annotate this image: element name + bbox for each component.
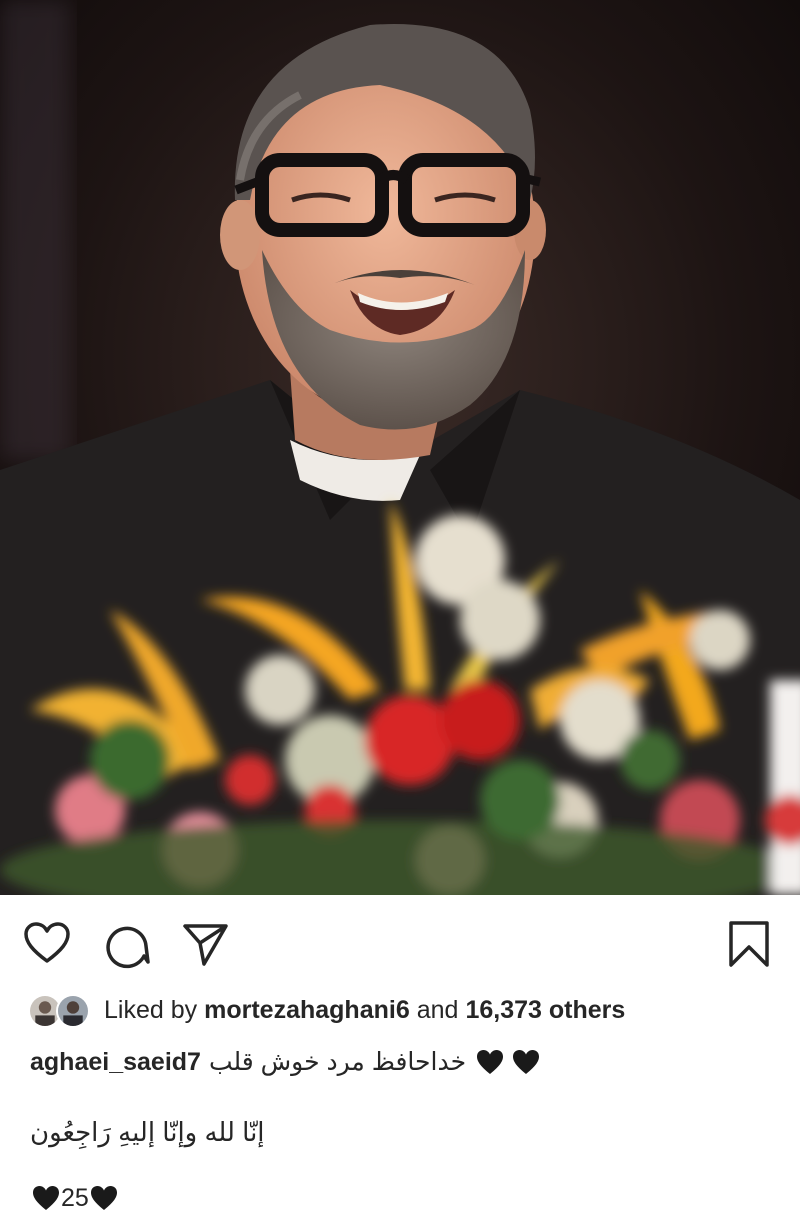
caption-emojis	[476, 1049, 540, 1075]
caption-line-arabic: إنّا لله وإنّا إليهِ رَاجِعُون	[30, 1116, 265, 1147]
black-heart-icon	[90, 1185, 118, 1211]
likes-joiner: and	[416, 995, 459, 1024]
caption-text: خداحافظ مرد خوش قلب	[208, 1048, 467, 1076]
liked-by-label: Liked by	[104, 995, 198, 1024]
black-heart-icon	[32, 1185, 60, 1211]
caption-username[interactable]: aghaei_saeid7	[30, 1048, 201, 1077]
liker-avatars[interactable]	[28, 992, 92, 1028]
avatar[interactable]	[56, 994, 90, 1028]
caption-number: 25	[61, 1183, 89, 1212]
paper-plane-icon[interactable]	[180, 919, 230, 969]
heart-outline-icon[interactable]	[22, 919, 72, 969]
caption: aghaei_saeid7 خداحافظ مرد خوش قلب	[30, 1042, 540, 1082]
post-action-bar	[0, 915, 800, 975]
bookmark-icon[interactable]	[724, 919, 774, 969]
black-heart-icon	[512, 1049, 540, 1075]
liker-username[interactable]: mortezahaghani6	[204, 996, 410, 1025]
likes-count[interactable]: 16,373 others	[465, 996, 625, 1025]
photo-illustration	[0, 0, 800, 895]
likes-row: Liked by mortezahaghani6 and 16,373 othe…	[28, 990, 625, 1030]
post-photo[interactable]	[0, 0, 800, 895]
caption-line-number: 25	[32, 1180, 118, 1216]
black-heart-icon	[476, 1049, 504, 1075]
comment-bubble-icon[interactable]	[102, 919, 152, 969]
